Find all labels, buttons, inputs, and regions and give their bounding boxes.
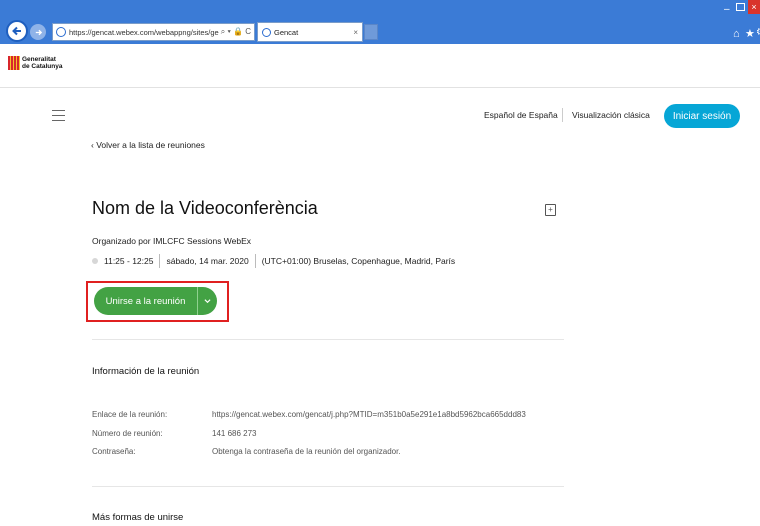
gencat-header: Generalitat de Catalunya	[0, 44, 760, 88]
meeting-title: Nom de la Videoconferència	[92, 198, 318, 218]
browser-tab-gencat[interactable]: Gencat ×	[257, 22, 363, 42]
add-to-calendar-icon[interactable]: +	[545, 204, 556, 216]
new-tab-button[interactable]	[364, 24, 378, 40]
meeting-timezone: (UTC+01:00) Bruselas, Copenhague, Madrid…	[261, 256, 456, 266]
tab-favicon-icon	[262, 27, 271, 37]
gear-icon[interactable]: ⚙	[756, 27, 760, 38]
gencat-name-line1: Generalitat	[22, 56, 56, 63]
meeting-time: 11:25 - 12:25	[104, 256, 154, 266]
more-ways-title: Más formas de unirse	[92, 512, 184, 523]
favorites-star-icon[interactable]: ★	[745, 27, 755, 40]
meeting-host: Organizado por IMLCFC Sessions WebEx	[92, 236, 252, 246]
window-maximize-icon[interactable]	[736, 3, 745, 11]
date-separator	[254, 254, 256, 268]
arrow-right-icon	[35, 29, 42, 35]
language-link[interactable]: Español de España	[484, 110, 558, 120]
arrow-left-icon	[12, 26, 21, 36]
gencat-logo-icon	[8, 56, 20, 70]
join-meeting-button[interactable]: Unirse a la reunión	[94, 287, 197, 315]
clock-icon	[92, 258, 98, 264]
password-value: Obtenga la contraseña de la reunión del …	[212, 447, 401, 456]
tab-title: Gencat	[274, 27, 299, 37]
meeting-number-label: Número de reunión:	[92, 429, 163, 438]
tab-close-icon[interactable]: ×	[353, 28, 358, 37]
browser-forward-button[interactable]	[30, 24, 46, 40]
classic-view-link[interactable]: Visualización clásica	[572, 110, 650, 120]
address-url: https://gencat.webex.com/webappng/sites/…	[69, 27, 219, 37]
meeting-link-value[interactable]: https://gencat.webex.com/gencat/j.php?MT…	[212, 410, 526, 419]
back-to-meetings-link[interactable]: ‹ Volver a la lista de reuniones	[91, 140, 205, 150]
gencat-name-line2: de Catalunya	[22, 63, 63, 70]
nav-separator	[562, 108, 563, 122]
meeting-time-row: 11:25 - 12:25 sábado, 14 mar. 2020 (UTC+…	[92, 254, 455, 268]
meeting-number-value: 141 686 273	[212, 429, 257, 438]
section-divider	[92, 339, 564, 340]
password-label: Contraseña:	[92, 447, 136, 456]
top-nav: Español de España Visualización clásica …	[0, 104, 760, 128]
browser-back-button[interactable]	[6, 20, 28, 42]
section-divider-2	[92, 486, 564, 487]
meeting-date: sábado, 14 mar. 2020	[166, 256, 249, 266]
address-bar[interactable]: https://gencat.webex.com/webappng/sites/…	[52, 23, 255, 41]
time-separator	[159, 254, 161, 268]
home-icon[interactable]: ⌂	[733, 28, 740, 40]
window-close-icon[interactable]: ×	[748, 0, 760, 14]
chevron-down-icon	[204, 299, 211, 304]
meeting-link-label: Enlace de la reunión:	[92, 410, 168, 419]
login-button[interactable]: Iniciar sesión	[664, 104, 740, 128]
window-minimize-icon[interactable]: –	[724, 4, 730, 15]
browser-chrome: https://gencat.webex.com/webappng/sites/…	[0, 0, 760, 44]
meeting-info-title: Información de la reunión	[92, 366, 200, 377]
gencat-name: Generalitat de Catalunya	[22, 56, 62, 70]
site-icon	[56, 27, 66, 37]
address-controls[interactable]: ⌕ ▾ 🔒 C	[221, 27, 251, 37]
